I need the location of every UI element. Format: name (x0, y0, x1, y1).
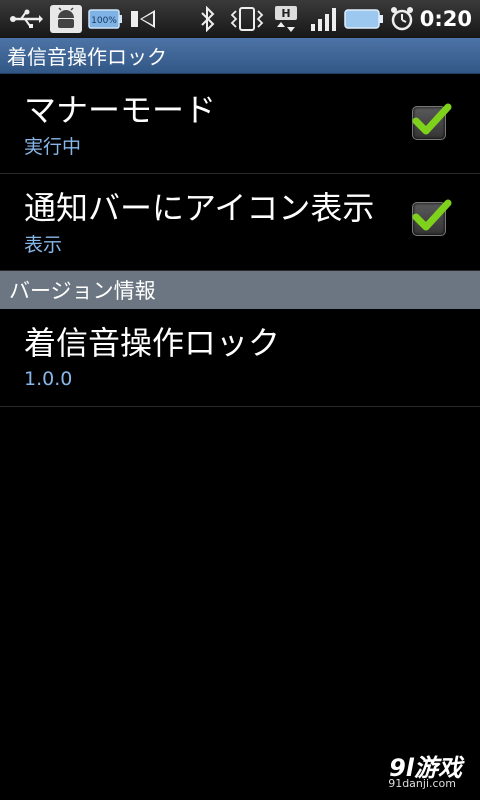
app-title-bar: 着信音操作ロック (0, 38, 480, 74)
pref-notification-icon[interactable]: 通知バーにアイコン表示 表示 (0, 174, 480, 271)
watermark: 9l游戏 91danji.com (370, 748, 462, 790)
pref-version-title: 着信音操作ロック (24, 324, 281, 362)
vibrate-icon (228, 5, 266, 33)
signal-icon (308, 5, 340, 33)
hsdpa-data-icon: H (272, 5, 302, 33)
android-debug-icon (50, 5, 82, 33)
usb-icon (8, 5, 44, 33)
app-title: 着信音操作ロック (7, 45, 167, 69)
bluetooth-icon (196, 5, 220, 33)
checkmark-icon (412, 199, 452, 231)
media-icon (128, 5, 158, 33)
status-time: 0:20 (419, 7, 472, 31)
pref-manner-mode-summary: 実行中 (24, 136, 82, 158)
pref-version-summary: 1.0.0 (24, 368, 73, 390)
category-version-info: バージョン情報 (0, 271, 480, 309)
svg-text:100%: 100% (91, 16, 117, 26)
manner-mode-checkbox[interactable] (412, 103, 452, 140)
svg-text:H: H (281, 7, 290, 20)
pref-manner-mode-title: マナーモード (24, 91, 217, 129)
watermark-url: 91danji.com (388, 777, 456, 790)
pref-version[interactable]: 着信音操作ロック 1.0.0 (0, 309, 480, 407)
category-version-info-label: バージョン情報 (9, 279, 156, 303)
pref-notification-icon-title: 通知バーにアイコン表示 (24, 189, 375, 227)
pref-manner-mode[interactable]: マナーモード 実行中 (0, 76, 480, 174)
battery-100-icon: 100% (88, 5, 122, 33)
status-bar: 100% H 0:20 (0, 0, 480, 38)
checkmark-icon (412, 103, 452, 135)
alarm-icon (388, 5, 416, 33)
notification-icon-checkbox[interactable] (412, 199, 452, 236)
pref-notification-icon-summary: 表示 (24, 234, 63, 256)
battery-icon (344, 5, 384, 33)
